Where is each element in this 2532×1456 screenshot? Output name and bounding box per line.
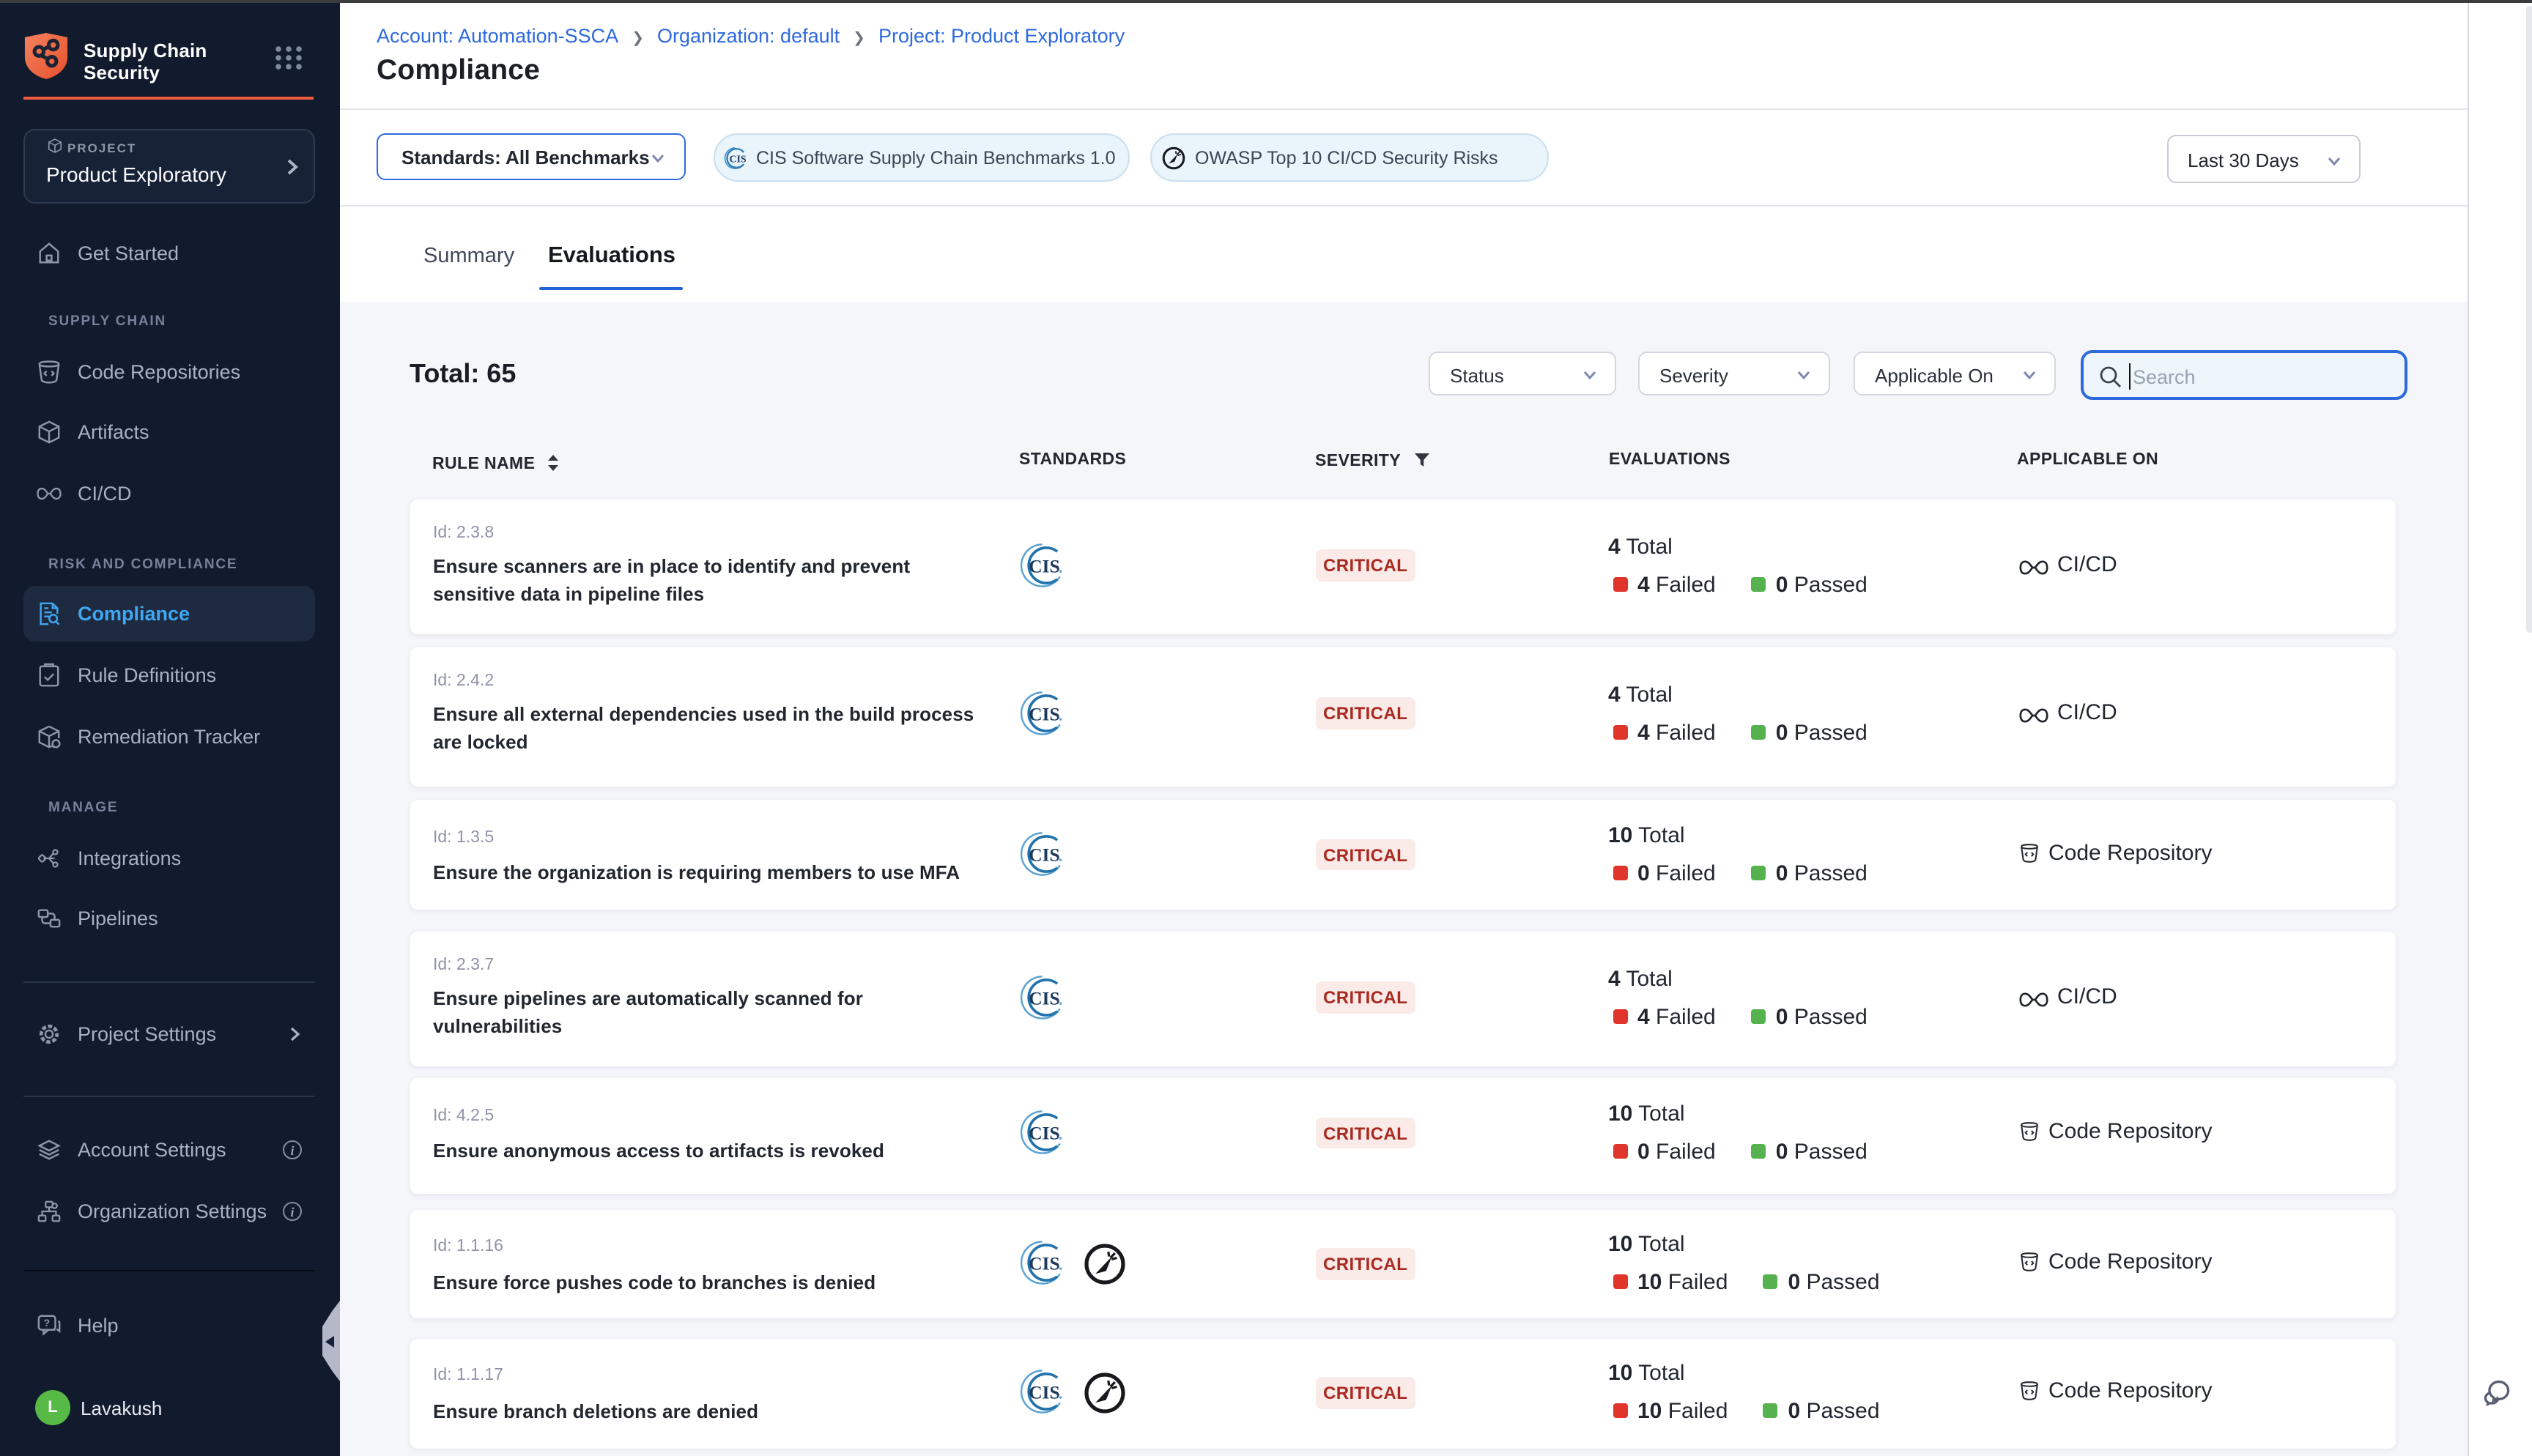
svg-text:CIS: CIS <box>1029 843 1060 864</box>
svg-text:CIS: CIS <box>1029 1252 1060 1274</box>
svg-text:?: ? <box>43 1318 50 1329</box>
svg-text:CIS: CIS <box>729 153 746 164</box>
svg-text:CIS: CIS <box>1029 554 1060 576</box>
svg-text:CIS: CIS <box>1029 1121 1060 1143</box>
svg-text:CIS: CIS <box>1029 702 1060 724</box>
svg-text:CIS: CIS <box>1029 987 1060 1008</box>
svg-text:CIS: CIS <box>1029 1381 1060 1403</box>
